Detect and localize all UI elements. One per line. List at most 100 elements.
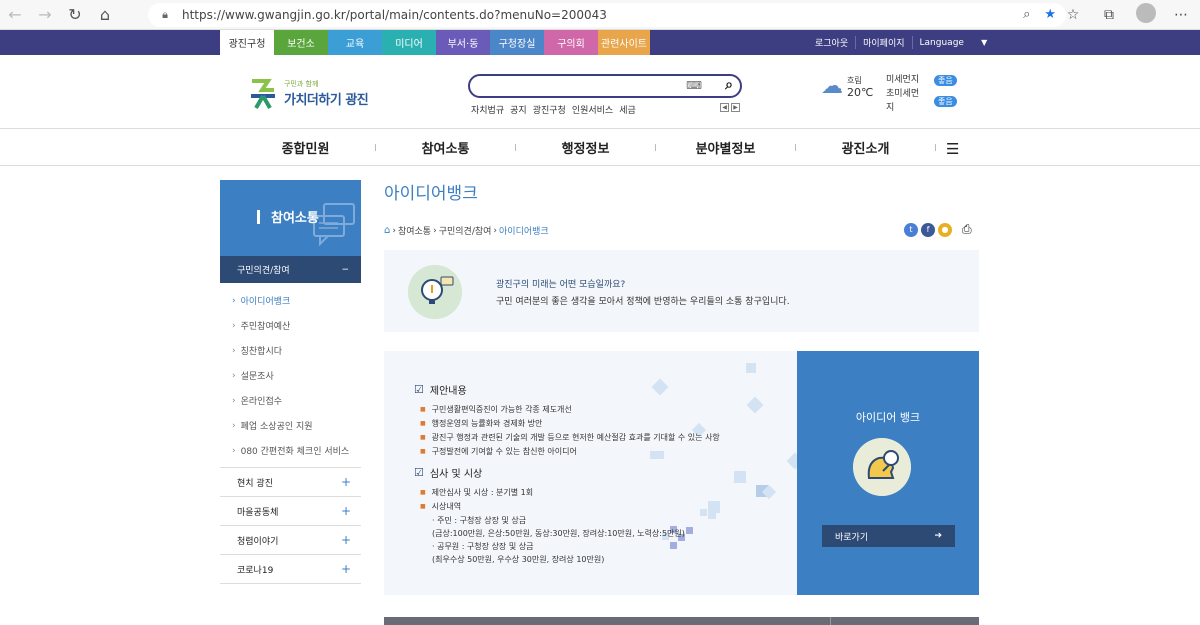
search-icon[interactable]: ⌕ <box>725 77 733 93</box>
reload-icon[interactable]: ↻ <box>60 0 90 30</box>
ultra-dust-label: 초미세먼지 <box>886 89 920 113</box>
award-detail: · 공무원 : 구청장 상장 및 상금 <box>432 542 534 551</box>
chevron-down-icon: ▼ <box>981 37 988 47</box>
keyword-link[interactable]: 자치법규 <box>471 103 504 116</box>
kakao-story-icon[interactable]: ● <box>938 222 952 237</box>
nav-separator <box>375 144 376 151</box>
sidebar-item[interactable]: 설문조사 <box>220 363 361 388</box>
language-label: Language <box>919 37 964 48</box>
facebook-icon[interactable]: f <box>921 222 935 237</box>
favorites-icon[interactable]: ☆ <box>1064 7 1082 23</box>
plus-icon[interactable]: + <box>341 504 351 518</box>
keyword-link[interactable]: 광진구청 <box>533 103 566 116</box>
sidebar-item[interactable]: 칭찬합시다 <box>220 338 361 363</box>
zoom-icon[interactable]: ⌕ <box>1023 7 1030 22</box>
collapse-icon[interactable]: − <box>341 265 349 275</box>
top-tab[interactable]: 보건소 <box>274 30 328 55</box>
keyword-link[interactable]: 인원서비스 <box>572 103 613 116</box>
plus-icon[interactable]: + <box>341 562 351 576</box>
sidebar-item[interactable]: 아이디어뱅크 <box>220 288 361 313</box>
site-logo[interactable]: 구민과 함께 가치더하기 광진 <box>248 76 369 110</box>
more-menu-icon[interactable]: ⋯ <box>1172 7 1190 23</box>
sidebar-item[interactable]: 주민참여예산 <box>220 313 361 338</box>
plus-icon[interactable]: + <box>341 475 351 489</box>
lock-icon[interactable]: 🔒︎ <box>158 8 172 22</box>
decor-square <box>734 471 746 483</box>
share-tools: t f ● ⎙ <box>904 222 972 237</box>
mypage-link[interactable]: 마이페이지 <box>856 36 913 49</box>
sidebar-item[interactable]: 폐업 소상공인 지원 <box>220 413 361 438</box>
language-select[interactable]: Language ▼ <box>913 38 995 48</box>
nav-item[interactable]: 종합민원 <box>235 129 376 165</box>
decor-square <box>746 396 764 414</box>
next-arrow-icon[interactable]: ▶ <box>731 103 740 112</box>
proposal-item: 광진구 행정과 관련된 기술의 개발 등으로 현저한 예산절감 효과를 기대할 … <box>420 431 720 445</box>
sidebar-open-group[interactable]: 구민의견/참여 − <box>220 256 361 283</box>
sidebar-group[interactable]: 현치 광진 + <box>220 468 361 497</box>
checkbox-icon: ☑ <box>414 383 424 396</box>
back-icon[interactable]: ← <box>0 0 30 30</box>
breadcrumb-separator: › <box>493 225 498 236</box>
cloud-sun-icon: ☁ <box>821 74 843 99</box>
proposal-item: 행정운영의 능률화와 경제화 방안 <box>420 417 720 431</box>
go-button[interactable]: 바로가기 ➔ <box>822 525 955 547</box>
checkbox-icon: ☑ <box>414 466 424 479</box>
forward-icon[interactable]: → <box>30 0 60 30</box>
section-review: ☑ 심사 및 시상 <box>414 465 482 480</box>
sidebar-item[interactable]: 온라인접수 <box>220 388 361 413</box>
url-text: https://www.gwangjin.go.kr/portal/main/c… <box>182 8 607 22</box>
search-input[interactable]: ⌨ ⌕ <box>468 74 742 98</box>
browser-toolbar: ← → ↻ ⌂ 🔒︎ https://www.gwangjin.go.kr/po… <box>0 0 1200 30</box>
proposal-item: 구민생활편익증진이 가능한 각종 제도개선 <box>420 403 720 417</box>
profile-avatar[interactable] <box>1136 3 1156 27</box>
keyword-link[interactable]: 공지 <box>510 103 527 116</box>
sidebar-group-label: 코로나19 <box>237 565 274 576</box>
top-tab[interactable]: 부서·동 <box>436 30 490 55</box>
top-tab[interactable]: 미디어 <box>382 30 436 55</box>
breadcrumb-item[interactable]: 아이디어뱅크 <box>499 224 549 237</box>
left-sidebar: 참여소통 구민의견/참여 − 아이디어뱅크주민참여예산칭찬합시다설문조사온라인접… <box>220 180 361 584</box>
address-bar[interactable]: 🔒︎ https://www.gwangjin.go.kr/portal/mai… <box>148 3 1066 27</box>
home-icon[interactable]: ⌂ <box>384 225 390 236</box>
fine-dust-label: 미세먼지 <box>886 75 920 85</box>
menu-icon[interactable]: ☰ <box>946 140 959 158</box>
nav-item[interactable]: 참여소통 <box>375 129 516 165</box>
print-icon[interactable]: ⎙ <box>962 222 972 237</box>
breadcrumb-item[interactable]: 참여소통 <box>398 224 431 237</box>
nav-separator <box>935 144 936 151</box>
nav-item[interactable]: 분야별정보 <box>655 129 796 165</box>
speech-bubble-icon <box>313 203 355 247</box>
prev-arrow-icon[interactable]: ◀ <box>720 103 729 112</box>
home-icon[interactable]: ⌂ <box>90 0 120 30</box>
section-title: 제안내용 <box>429 386 467 397</box>
nav-item[interactable]: 행정정보 <box>515 129 656 165</box>
breadcrumb-item[interactable]: 구민의견/참여 <box>439 224 492 237</box>
review-list: 제안심사 및 시상 : 분기별 1회시상내역 · 주민 : 구청장 상장 및 상금… <box>420 486 685 566</box>
intro-box: 광진구의 미래는 어떤 모습일까요? 구민 여러분의 좋은 생각을 모아서 정책… <box>384 250 979 332</box>
sidebar-group[interactable]: 코로나19 + <box>220 555 361 584</box>
decor-square <box>708 511 716 519</box>
section-proposals: ☑ 제안내용 <box>414 382 467 397</box>
collections-icon[interactable]: ⧉ <box>1100 7 1118 23</box>
nav-separator <box>795 144 796 151</box>
top-tab[interactable]: 교육 <box>328 30 382 55</box>
top-tab[interactable]: 관련사이트 <box>598 30 650 55</box>
sidebar-group[interactable]: 청렴이야기 + <box>220 526 361 555</box>
logout-link[interactable]: 로그아웃 <box>808 36 857 49</box>
favorite-star-icon[interactable]: ★ <box>1044 7 1056 22</box>
keyword-link[interactable]: 세금 <box>619 103 636 116</box>
twitter-icon[interactable]: t <box>904 222 918 237</box>
sidebar-group[interactable]: 마을공동체 + <box>220 497 361 526</box>
keyboard-icon[interactable]: ⌨ <box>686 79 702 92</box>
sidebar-item[interactable]: 080 간편전화 체크인 서비스 <box>220 438 361 463</box>
idea-bank-cta: 아이디어 뱅크 바로가기 ➔ <box>797 351 979 595</box>
plus-icon[interactable]: + <box>341 533 351 547</box>
top-tab[interactable]: 구청장실 <box>490 30 544 55</box>
decor-square <box>686 527 693 534</box>
logo-mark-icon <box>251 79 275 110</box>
nav-item[interactable]: 광진소개 <box>795 129 936 165</box>
sidebar-group-label: 청렴이야기 <box>237 536 279 547</box>
top-tab[interactable]: 구의회 <box>544 30 598 55</box>
main-navigation: ☰ 종합민원 참여소통 행정정보 분야별정보 광진소개 <box>0 129 1200 166</box>
top-tab[interactable]: 광진구청 <box>220 30 274 55</box>
